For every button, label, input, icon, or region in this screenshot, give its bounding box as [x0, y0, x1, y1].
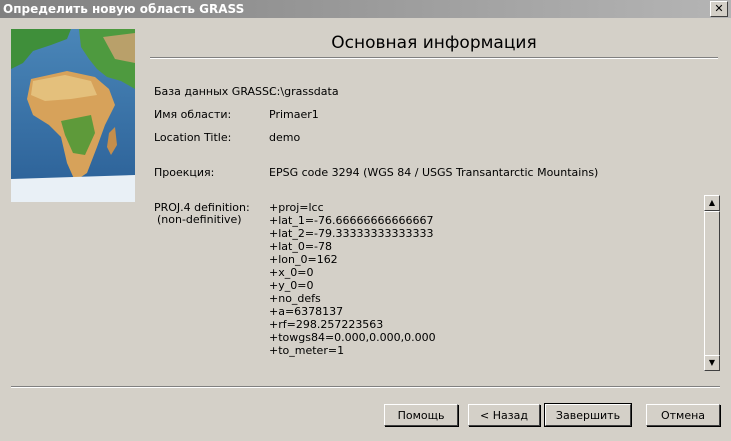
- proj4-line: +lat_0=-78: [269, 240, 333, 253]
- proj4-line: +x_0=0: [269, 266, 314, 279]
- proj4-line: +rf=298.257223563: [269, 318, 384, 331]
- heading-divider: [150, 57, 718, 59]
- proj4-line: +a=6378137: [269, 305, 344, 318]
- window-title: Определить новую область GRASS: [3, 2, 245, 16]
- finish-button[interactable]: Завершить: [544, 403, 632, 427]
- projection-label: Проекция:: [154, 166, 215, 179]
- proj4-definition-text[interactable]: +proj=lcc +lat_1=-76.66666666666667 +lat…: [269, 201, 436, 357]
- proj4-line: +towgs84=0.000,0.000,0.000: [269, 331, 436, 344]
- back-button[interactable]: < Назад: [468, 404, 540, 426]
- help-button[interactable]: Помощь: [384, 404, 458, 426]
- cancel-button[interactable]: Отмена: [646, 404, 720, 426]
- world-map-image: [11, 29, 135, 202]
- vertical-scrollbar[interactable]: ▲ ▼: [704, 195, 720, 371]
- close-icon: ✕: [714, 2, 724, 15]
- page-heading: Основная информация: [331, 33, 537, 53]
- close-button[interactable]: ✕: [710, 1, 728, 17]
- scroll-up-button[interactable]: ▲: [704, 195, 720, 211]
- arrow-up-icon: ▲: [708, 198, 716, 207]
- location-name-label: Имя области:: [154, 108, 232, 121]
- location-title-value: demo: [269, 131, 301, 144]
- arrow-down-icon: ▼: [708, 358, 716, 367]
- proj4-line: +to_meter=1: [269, 344, 345, 357]
- proj4-line: +lat_2=-79.33333333333333: [269, 227, 434, 240]
- location-title-label: Location Title:: [154, 131, 232, 144]
- proj4-line: +proj=lcc: [269, 201, 324, 214]
- title-bar: Определить новую область GRASS ✕: [0, 0, 731, 18]
- scroll-thumb[interactable]: [704, 211, 720, 359]
- proj4-sublabel: (non-definitive): [157, 213, 242, 226]
- proj4-line: +lon_0=162: [269, 253, 338, 266]
- database-value: C:\grassdata: [269, 85, 339, 98]
- proj4-line: +no_defs: [269, 292, 321, 305]
- scroll-down-button[interactable]: ▼: [704, 355, 720, 371]
- projection-value: EPSG code 3294 (WGS 84 / USGS Transantar…: [269, 166, 599, 179]
- proj4-line: +y_0=0: [269, 279, 314, 292]
- footer-divider: [11, 386, 720, 388]
- proj4-line: +lat_1=-76.66666666666667: [269, 214, 434, 227]
- database-label: База данных GRASS:: [154, 85, 273, 98]
- location-name-value: Primaer1: [269, 108, 319, 121]
